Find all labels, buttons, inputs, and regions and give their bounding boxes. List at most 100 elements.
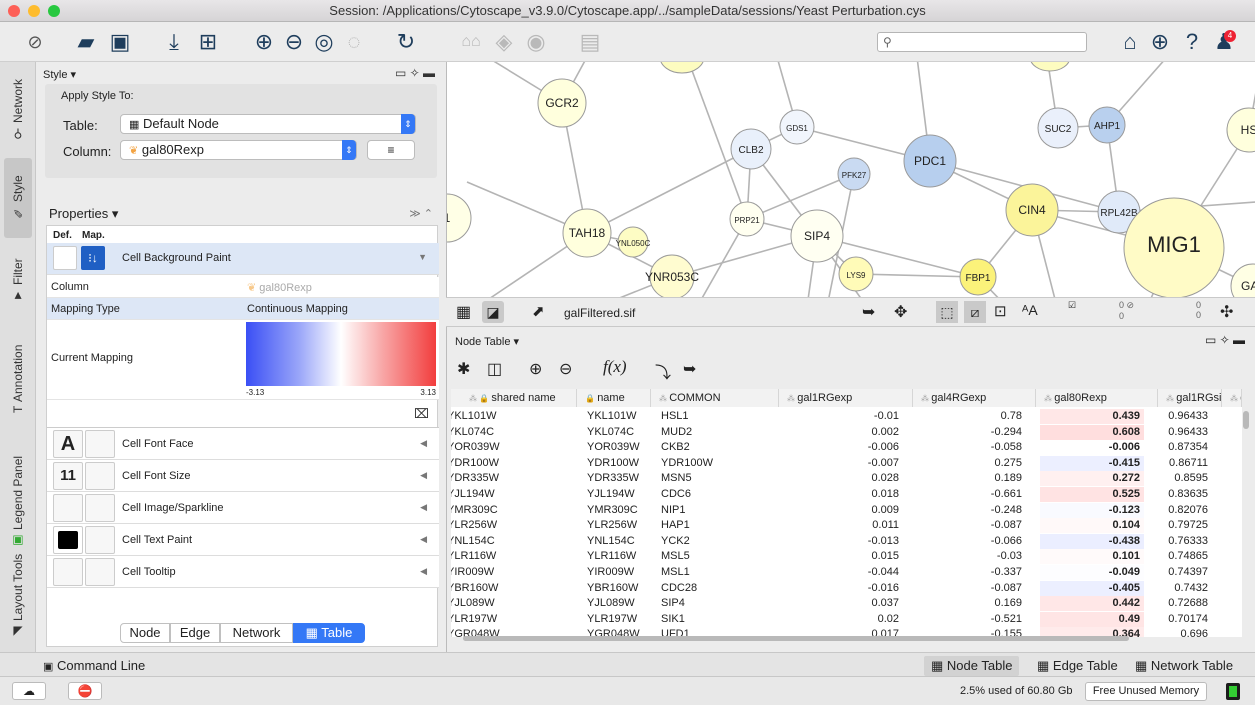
table-cell[interactable]: -0.415 [1040, 455, 1144, 471]
table-cell[interactable]: YBR160W [587, 581, 651, 596]
default-value-box[interactable]: A [53, 430, 83, 458]
column-header[interactable]: ⁂ gal4RGexp [913, 389, 1036, 407]
tab-network[interactable]: ⚲ Network [4, 70, 32, 150]
import-table-icon[interactable]: ⤵ [655, 359, 671, 383]
table-cell[interactable]: YDR100W [451, 456, 563, 471]
table-cell[interactable]: 0.96433 [1158, 425, 1208, 440]
table-cell[interactable]: 0.83635 [1158, 487, 1208, 502]
table-cell[interactable]: MSN5 [661, 471, 779, 486]
table-cell[interactable]: 0.74397 [1158, 565, 1208, 580]
table-cell[interactable]: 0.275 [913, 456, 1022, 471]
zoom-fit-icon[interactable]: ◎ [310, 28, 338, 56]
table-cell[interactable]: YIR009W [451, 565, 563, 580]
node-table-header[interactable]: Node Table ▾ [455, 335, 519, 348]
table-cell[interactable]: CDC6 [661, 487, 779, 502]
tab-edge-table[interactable]: ▦ Edge Table [1030, 656, 1125, 676]
table-cell[interactable]: -0.066 [913, 534, 1022, 549]
show-columns-icon[interactable]: ◫ [487, 359, 502, 379]
table-cell[interactable]: 0.002 [779, 425, 899, 440]
segment-table[interactable]: ▦ Table [293, 623, 365, 643]
table-cell[interactable]: 0.104 [1040, 518, 1144, 534]
network-node[interactable] [660, 62, 704, 74]
table-cell[interactable]: -0.661 [913, 487, 1022, 502]
home-icon[interactable]: ⌂ [1116, 28, 1144, 56]
property-row[interactable]: Cell Text Paint ◀ [47, 524, 439, 556]
segment-node[interactable]: Node [120, 623, 170, 643]
network-graph[interactable]: GCR2 CLB2 GDS1 PFK27 PDC1 SUC2 AHP1 HS CIN4 RPL42… [447, 62, 1255, 297]
table-cell[interactable]: 0.8595 [1158, 471, 1208, 486]
column-select[interactable]: ❦ gal80Rexp ⇕ [120, 140, 357, 160]
default-value-box[interactable]: 11 [53, 462, 83, 490]
close-window-button[interactable] [8, 5, 20, 17]
default-value-box[interactable] [53, 494, 83, 522]
segment-network[interactable]: Network [220, 623, 293, 643]
table-cell[interactable]: -0.007 [779, 456, 899, 471]
table-cell[interactable]: -0.006 [779, 440, 899, 455]
table-cell[interactable]: YIR009W [587, 565, 651, 580]
table-cell[interactable]: CDC28 [661, 581, 779, 596]
export-table-icon[interactable]: ➥ [683, 359, 696, 379]
mapping-icon[interactable]: ⁝↓ [81, 246, 105, 270]
table-cell[interactable]: -0.044 [779, 565, 899, 580]
table-cell[interactable]: -0.248 [913, 503, 1022, 518]
chevron-down-icon[interactable]: ▼ [418, 252, 427, 262]
table-cell[interactable]: YLR116W [587, 549, 651, 564]
zoom-selected-icon[interactable]: ◌ [340, 28, 368, 56]
tab-node-table[interactable]: ▦ Node Table [924, 656, 1020, 676]
table-cell[interactable]: -0.123 [1040, 502, 1144, 518]
search-input[interactable]: ⚲ [877, 32, 1087, 52]
trash-icon[interactable]: ⌧ [414, 406, 429, 422]
table-cell[interactable]: YLR197W [451, 612, 563, 627]
table-cell[interactable]: YLR256W [587, 518, 651, 533]
column-header[interactable]: 🔒 name [577, 389, 651, 407]
table-cell[interactable]: -0.405 [1040, 580, 1144, 596]
column-header[interactable]: ⁂ gal1RGexp [779, 389, 913, 407]
table-select[interactable]: ▦ Default Node ⇕ [120, 114, 416, 134]
table-cell[interactable]: YJL089W [587, 596, 651, 611]
select-nodes-icon[interactable]: ⬚ [936, 301, 958, 323]
table-cell[interactable]: YKL101W [587, 409, 651, 424]
zoom-in-icon[interactable]: ⊕ [250, 28, 278, 56]
table-cell[interactable]: 0.037 [779, 596, 899, 611]
mapping-box[interactable] [85, 526, 115, 554]
table-cell[interactable]: 0.272 [1040, 471, 1144, 487]
open-session-icon[interactable]: ▰ [72, 28, 100, 56]
grid-view-icon[interactable]: ▦ [456, 302, 471, 322]
table-cell[interactable]: YOR039W [587, 440, 651, 455]
select-annotations-icon[interactable]: ⊡ [994, 302, 1007, 320]
table-cell[interactable]: YLR116W [451, 549, 563, 564]
cloud-icon[interactable]: ☁ [12, 682, 46, 700]
tab-network-table[interactable]: ▦ Network Table [1128, 656, 1240, 676]
table-cell[interactable]: 0.009 [779, 503, 899, 518]
table-cell[interactable]: 0.76333 [1158, 534, 1208, 549]
table-cell[interactable]: 0.87354 [1158, 440, 1208, 455]
style-panel-header[interactable]: Style ▾ [43, 68, 76, 81]
refresh-icon[interactable]: ↻ [392, 28, 420, 56]
column-header[interactable]: ⁂ gal1RGsig ⌄ [1158, 389, 1222, 407]
chevron-left-icon[interactable]: ◀ [420, 566, 427, 577]
table-cell[interactable]: -0.087 [913, 581, 1022, 596]
help-icon[interactable]: ? [1178, 28, 1206, 56]
table-cell[interactable]: YDR335W [587, 471, 651, 486]
table-cell[interactable]: YJL194W [587, 487, 651, 502]
table-cell[interactable]: SIK1 [661, 612, 779, 627]
chevron-left-icon[interactable]: ◀ [420, 502, 427, 513]
network-edge[interactable] [586, 148, 752, 234]
table-cell[interactable]: 0.439 [1040, 409, 1144, 424]
mapping-box[interactable] [85, 494, 115, 522]
table-cell[interactable]: 0.72688 [1158, 596, 1208, 611]
chevron-left-icon[interactable]: ◀ [420, 534, 427, 545]
gear-icon[interactable]: ✱ [457, 359, 470, 379]
table-cell[interactable]: NIP1 [661, 503, 779, 518]
zoom-window-button[interactable] [48, 5, 60, 17]
table-cell[interactable]: 0.525 [1040, 487, 1144, 502]
table-cell[interactable]: -0.006 [1040, 440, 1144, 456]
new-network-from-selection-icon[interactable]: ▤ [576, 28, 604, 56]
panel-window-controls[interactable]: ▭ ✧ ▬ [395, 66, 435, 80]
free-memory-button[interactable]: Free Unused Memory [1085, 682, 1207, 701]
web-globe-icon[interactable]: ⊕ [1146, 28, 1174, 56]
table-cell[interactable]: -0.058 [913, 440, 1022, 455]
mapping-box[interactable] [85, 462, 115, 490]
table-cell[interactable]: 0.49 [1040, 611, 1144, 627]
options-menu-button[interactable]: ≡ [367, 140, 415, 160]
